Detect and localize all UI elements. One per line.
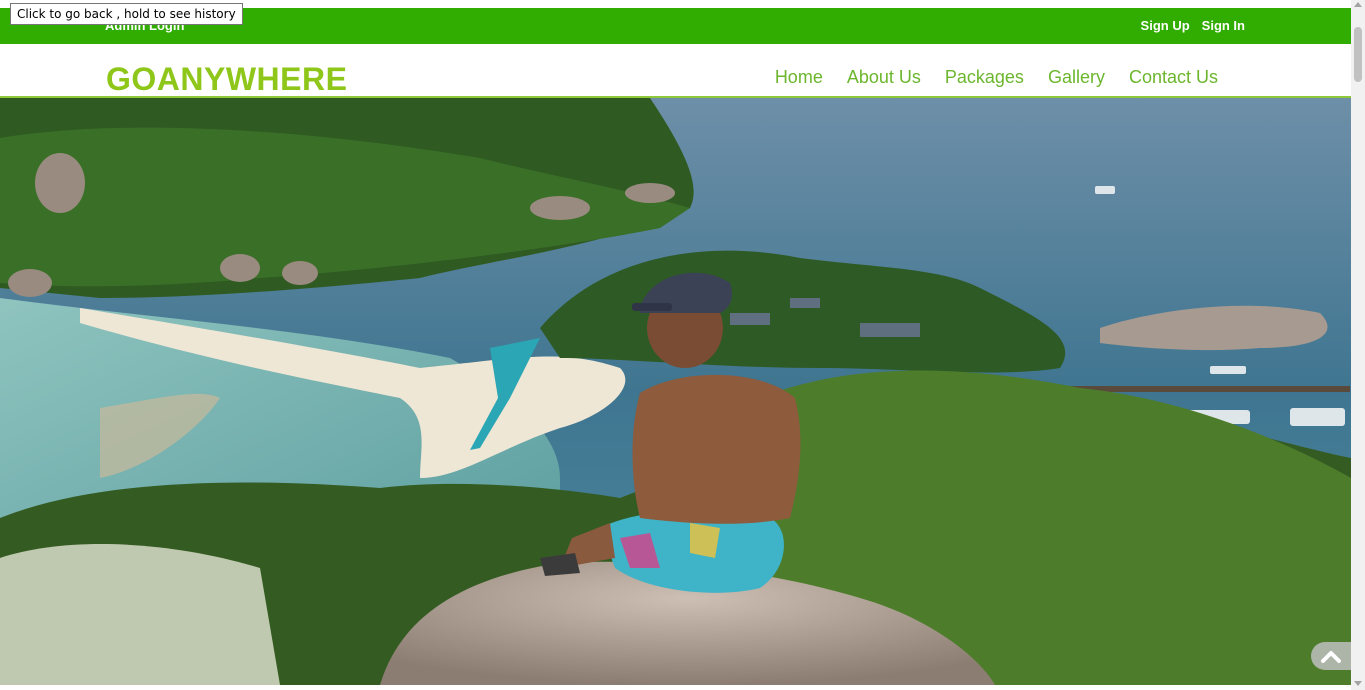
scroll-down-arrow-icon[interactable]	[1354, 681, 1362, 686]
sign-in-link[interactable]: Sign In	[1202, 18, 1245, 33]
main-menu: Home About Us Packages Gallery Contact U…	[775, 67, 1218, 88]
nav-contact-us[interactable]: Contact Us	[1129, 67, 1218, 88]
main-navbar: GOANYWHERE Home About Us Packages Galler…	[0, 44, 1351, 98]
back-to-top-button[interactable]	[1311, 642, 1351, 670]
nav-home[interactable]: Home	[775, 67, 823, 88]
site-logo[interactable]: GOANYWHERE	[106, 59, 347, 99]
page-scrollbar[interactable]	[1351, 0, 1365, 690]
sign-up-link[interactable]: Sign Up	[1141, 18, 1190, 33]
scroll-up-arrow-icon[interactable]	[1354, 2, 1362, 7]
nav-gallery[interactable]: Gallery	[1048, 67, 1105, 88]
hero-image	[0, 98, 1351, 685]
nav-about-us[interactable]: About Us	[847, 67, 921, 88]
hero-illustration	[0, 98, 1351, 685]
back-button-tooltip: Click to go back , hold to see history	[10, 3, 243, 25]
nav-packages[interactable]: Packages	[945, 67, 1024, 88]
scroll-thumb[interactable]	[1354, 27, 1362, 82]
chevron-up-icon	[1321, 651, 1341, 663]
auth-links: Sign Up Sign In	[1141, 18, 1245, 33]
